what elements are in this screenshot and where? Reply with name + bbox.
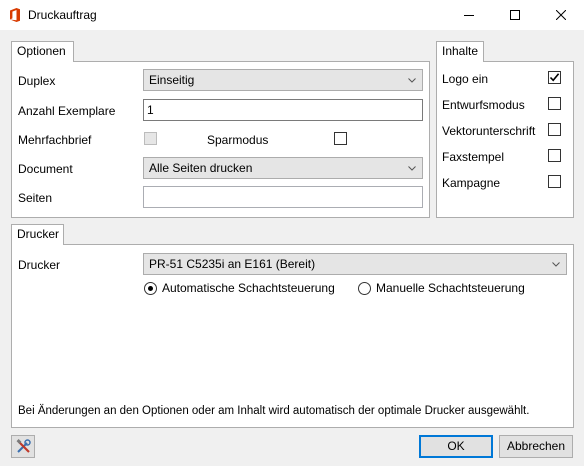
duplex-value: Einseitig xyxy=(149,73,195,87)
info-text: Bei Änderungen an den Optionen oder am I… xyxy=(18,405,530,417)
vector-signature-label: Vektorunterschrift xyxy=(442,124,536,138)
economy-checkbox[interactable] xyxy=(334,132,347,145)
cancel-button-label: Abbrechen xyxy=(506,439,566,453)
document-select[interactable]: Alle Seiten drucken xyxy=(143,157,423,179)
pages-input[interactable] xyxy=(143,186,423,208)
office-icon xyxy=(10,8,20,22)
ok-button[interactable]: OK xyxy=(419,435,493,458)
economy-label: Sparmodus xyxy=(207,133,269,147)
cancel-button[interactable]: Abbrechen xyxy=(499,435,573,458)
document-value: Alle Seiten drucken xyxy=(149,161,253,175)
draft-mode-label: Entwurfsmodus xyxy=(442,98,525,112)
tab-inhalte-label: Inhalte xyxy=(442,44,479,58)
duplex-select[interactable]: Einseitig xyxy=(143,69,423,91)
close-icon xyxy=(556,10,566,20)
copies-label: Anzahl Exemplare xyxy=(18,104,116,118)
duplex-label: Duplex xyxy=(18,74,56,88)
campaign-label: Kampagne xyxy=(442,176,501,190)
vector-signature-checkbox[interactable] xyxy=(548,123,561,136)
multi-letter-checkbox[interactable] xyxy=(144,132,157,145)
draft-mode-checkbox[interactable] xyxy=(548,97,561,110)
close-button[interactable] xyxy=(538,0,584,30)
printer-value: PR-51 C5235i an E161 (Bereit) xyxy=(149,257,316,271)
auto-tray-label: Automatische Schachtsteuerung xyxy=(162,281,335,295)
ok-button-label: OK xyxy=(447,439,465,453)
document-label: Document xyxy=(18,162,73,176)
pages-label: Seiten xyxy=(18,191,53,205)
fax-stamp-label: Faxstempel xyxy=(442,150,505,164)
campaign-checkbox[interactable] xyxy=(548,175,561,188)
radio-selected-dot xyxy=(148,286,153,291)
copies-input[interactable]: 1 xyxy=(143,99,423,121)
maximize-button[interactable] xyxy=(492,0,538,30)
checkmark-icon xyxy=(549,73,560,82)
multi-letter-label: Mehrfachbrief xyxy=(18,133,92,147)
fax-stamp-checkbox[interactable] xyxy=(548,149,561,162)
tab-optionen[interactable]: Optionen xyxy=(11,41,74,62)
title-bar: Druckauftrag xyxy=(0,0,584,30)
printer-select[interactable]: PR-51 C5235i an E161 (Bereit) xyxy=(143,253,567,275)
manual-tray-radio[interactable] xyxy=(358,282,371,295)
chevron-down-icon xyxy=(552,262,560,267)
chevron-down-icon xyxy=(408,166,416,171)
tab-drucker[interactable]: Drucker xyxy=(11,224,64,245)
minimize-button[interactable] xyxy=(446,0,492,30)
printer-label: Drucker xyxy=(18,258,61,272)
logo-label: Logo ein xyxy=(442,72,489,86)
tab-optionen-label: Optionen xyxy=(17,44,66,58)
logo-checkbox[interactable] xyxy=(548,71,561,84)
window-title: Druckauftrag xyxy=(28,8,97,22)
tools-icon xyxy=(16,439,31,453)
copies-value: 1 xyxy=(147,103,154,117)
chevron-down-icon xyxy=(408,78,416,83)
tab-inhalte[interactable]: Inhalte xyxy=(436,41,484,62)
manual-tray-label: Manuelle Schachtsteuerung xyxy=(376,281,525,295)
tools-button[interactable] xyxy=(11,435,35,458)
minimize-icon xyxy=(464,15,474,16)
maximize-icon xyxy=(510,10,520,20)
tab-drucker-label: Drucker xyxy=(17,227,60,241)
auto-tray-radio[interactable] xyxy=(144,282,157,295)
